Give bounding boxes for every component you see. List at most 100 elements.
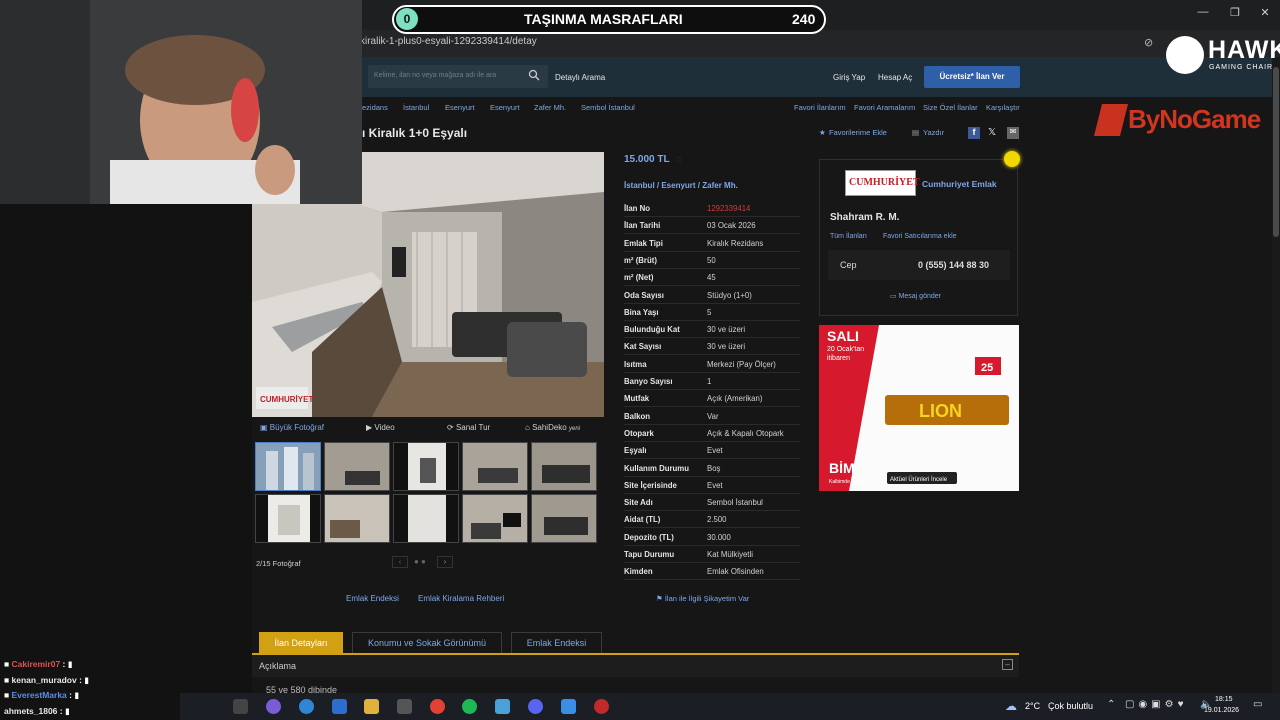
spec-label: Mutfak — [624, 394, 650, 404]
eye-off-icon[interactable]: ⊘ — [1144, 36, 1153, 49]
chevron-right-icon[interactable]: › — [437, 556, 453, 568]
spec-row: Otopark Açık & Kapalı Otopark — [624, 425, 800, 442]
breadcrumb-item[interactable]: ezidans — [362, 103, 388, 112]
xbox-icon[interactable] — [397, 699, 412, 714]
bim-advertisement[interactable]: SALI 20 Ocak'tan itibaren 25 LION BİM Ka… — [819, 325, 1019, 491]
print-link[interactable]: Yazdır — [923, 128, 944, 137]
close-icon[interactable]: ✕ — [1254, 6, 1276, 19]
thumbnail[interactable] — [255, 442, 321, 491]
compare-link[interactable]: Karşılaştır — [986, 103, 1020, 112]
tray-icons[interactable]: ▢◉▣⚙♥ — [1125, 699, 1188, 710]
tab-sahideko[interactable]: ⌂ SahiDeko yeni — [525, 423, 580, 432]
email-icon[interactable]: ✉ — [1007, 127, 1019, 139]
spotify-icon[interactable] — [462, 699, 477, 714]
seller-logo[interactable]: CUMHURİYET — [845, 170, 920, 196]
obs-icon[interactable] — [594, 699, 609, 714]
phone-number[interactable]: 0 (555) 144 88 30 — [918, 260, 989, 270]
breadcrumb-item[interactable]: Esenyurt — [490, 103, 520, 112]
url-text[interactable]: kiralik-1-plus0-esyali-1292339414/detay — [360, 36, 537, 47]
detailed-search-link[interactable]: Detaylı Arama — [555, 73, 605, 82]
thumbnail[interactable] — [531, 494, 597, 543]
thumbnail[interactable] — [462, 494, 528, 543]
spec-label: Site Adı — [624, 498, 653, 508]
page-scrollbar[interactable] — [1272, 57, 1280, 693]
minimize-icon[interactable]: — — [1192, 6, 1214, 18]
search-icon[interactable] — [528, 69, 540, 81]
facebook-icon[interactable]: f — [968, 127, 980, 139]
weather-text: Çok bulutlu — [1048, 701, 1094, 711]
spec-label: Balkon — [624, 411, 650, 421]
tray-chevron-icon[interactable]: ⌃ — [1107, 699, 1115, 710]
add-favorite-link[interactable]: Favorilerime Ekle — [829, 128, 887, 137]
spec-label: Eşyalı — [624, 446, 647, 456]
chevron-left-icon[interactable]: ‹ — [392, 556, 408, 568]
spec-row: Kat Sayısı 30 ve üzeri — [624, 338, 800, 356]
favorite-searches-link[interactable]: Favori Aramalarım — [854, 103, 915, 112]
post-ad-button[interactable]: Ücretsiz* İlan Ver — [924, 66, 1020, 88]
chat-username: EverestMarka — [11, 690, 67, 700]
location: İstanbul / Esenyurt / Zafer Mh. — [624, 181, 738, 190]
signup-link[interactable]: Hesap Aç — [878, 73, 912, 82]
task-view-icon[interactable] — [233, 699, 248, 714]
login-link[interactable]: Giriş Yap — [833, 73, 865, 82]
outlook-icon[interactable] — [332, 699, 347, 714]
location-district[interactable]: Esenyurt — [661, 181, 695, 190]
room-thumb — [325, 443, 389, 490]
search-input[interactable]: Kelime, ilan no veya mağaza adı ile ara — [368, 65, 548, 88]
all-ads-link[interactable]: Tüm İlanları — [830, 233, 867, 240]
edge-icon[interactable] — [299, 699, 314, 714]
room-thumb — [532, 443, 596, 490]
breadcrumb-item[interactable]: Esenyurt — [445, 103, 475, 112]
send-message-label: Mesaj gönder — [898, 293, 941, 300]
thumbnail[interactable] — [324, 442, 390, 491]
spec-label: İlan Tarihi — [624, 221, 661, 231]
discord-icon[interactable] — [528, 699, 543, 714]
favorite-listings-link[interactable]: Favori İlanlarım — [794, 103, 846, 112]
thumbnail[interactable] — [255, 494, 321, 543]
location-city[interactable]: İstanbul — [624, 181, 655, 190]
collapse-icon[interactable]: – — [1002, 659, 1013, 670]
breadcrumb-item[interactable]: Zafer Mh. — [534, 103, 566, 112]
breadcrumb-item[interactable]: Sembol İstanbul — [581, 103, 635, 112]
thumbnail[interactable] — [531, 442, 597, 491]
chrome-icon[interactable] — [430, 699, 445, 714]
seller-card: CUMHURİYET Cumhuriyet Emlak Shahram R. M… — [819, 159, 1018, 316]
info-icon[interactable]: ◌ — [676, 154, 681, 164]
notification-icon[interactable]: ▭ — [1253, 699, 1262, 710]
breadcrumb-item[interactable]: İstanbul — [403, 103, 429, 112]
tab-real-estate-index[interactable]: Emlak Endeksi — [511, 632, 602, 654]
special-listings-link[interactable]: Size Özel İlanlar — [923, 103, 978, 112]
calculator-icon[interactable] — [561, 699, 576, 714]
spec-row: Bina Yaşı 5 — [624, 304, 800, 321]
tab-video[interactable]: ▶ Video — [366, 423, 395, 432]
complaint-link[interactable]: ⚑ İlan ile İlgili Şikayetim Var — [656, 594, 749, 603]
tab-big-photo[interactable]: ▣ Büyük Fotoğraf — [260, 423, 324, 432]
real-estate-index-link[interactable]: Emlak Endeksi — [346, 594, 399, 603]
thumbnail[interactable] — [393, 494, 459, 543]
restore-icon[interactable]: ❐ — [1224, 6, 1246, 19]
thumbnail[interactable] — [393, 442, 459, 491]
new-badge: yeni — [568, 426, 580, 432]
thumbnail[interactable] — [462, 442, 528, 491]
spec-row: Mutfak Açık (Amerikan) — [624, 390, 800, 408]
file-explorer-icon[interactable] — [364, 699, 379, 714]
copilot-icon[interactable] — [266, 699, 281, 714]
tab-virtual-tour[interactable]: ⟳ Sanal Tur — [447, 423, 490, 432]
spec-row: Kullanım Durumu Boş — [624, 460, 800, 477]
spec-value: Stüdyo (1+0) — [707, 290, 752, 300]
store-name[interactable]: Cumhuriyet Emlak — [922, 179, 997, 189]
scrollbar-thumb[interactable] — [1273, 67, 1279, 237]
address-bar[interactable]: kiralik-1-plus0-esyali-1292339414/detay … — [252, 30, 1280, 57]
location-neighborhood[interactable]: Zafer Mh. — [702, 181, 738, 190]
tab-listing-details[interactable]: İlan Detayları — [259, 632, 343, 654]
app-icon[interactable] — [495, 699, 510, 714]
send-message-link[interactable]: ▭ Mesaj gönder — [890, 292, 941, 300]
spec-label: Isıtma — [624, 359, 647, 369]
spec-row: Isıtma Merkezi (Pay Ölçer) — [624, 356, 800, 373]
tab-location[interactable]: Konumu ve Sokak Görünümü — [352, 632, 502, 654]
thumbnail[interactable] — [324, 494, 390, 543]
rental-guide-link[interactable]: Emlak Kiralama Rehberi — [418, 594, 504, 603]
add-favorite-seller-link[interactable]: Favori Satıcılarıma ekle — [883, 233, 957, 240]
x-share-icon[interactable]: 𝕏 — [988, 127, 996, 138]
chat-username: ahmets_1806 — [4, 706, 58, 716]
